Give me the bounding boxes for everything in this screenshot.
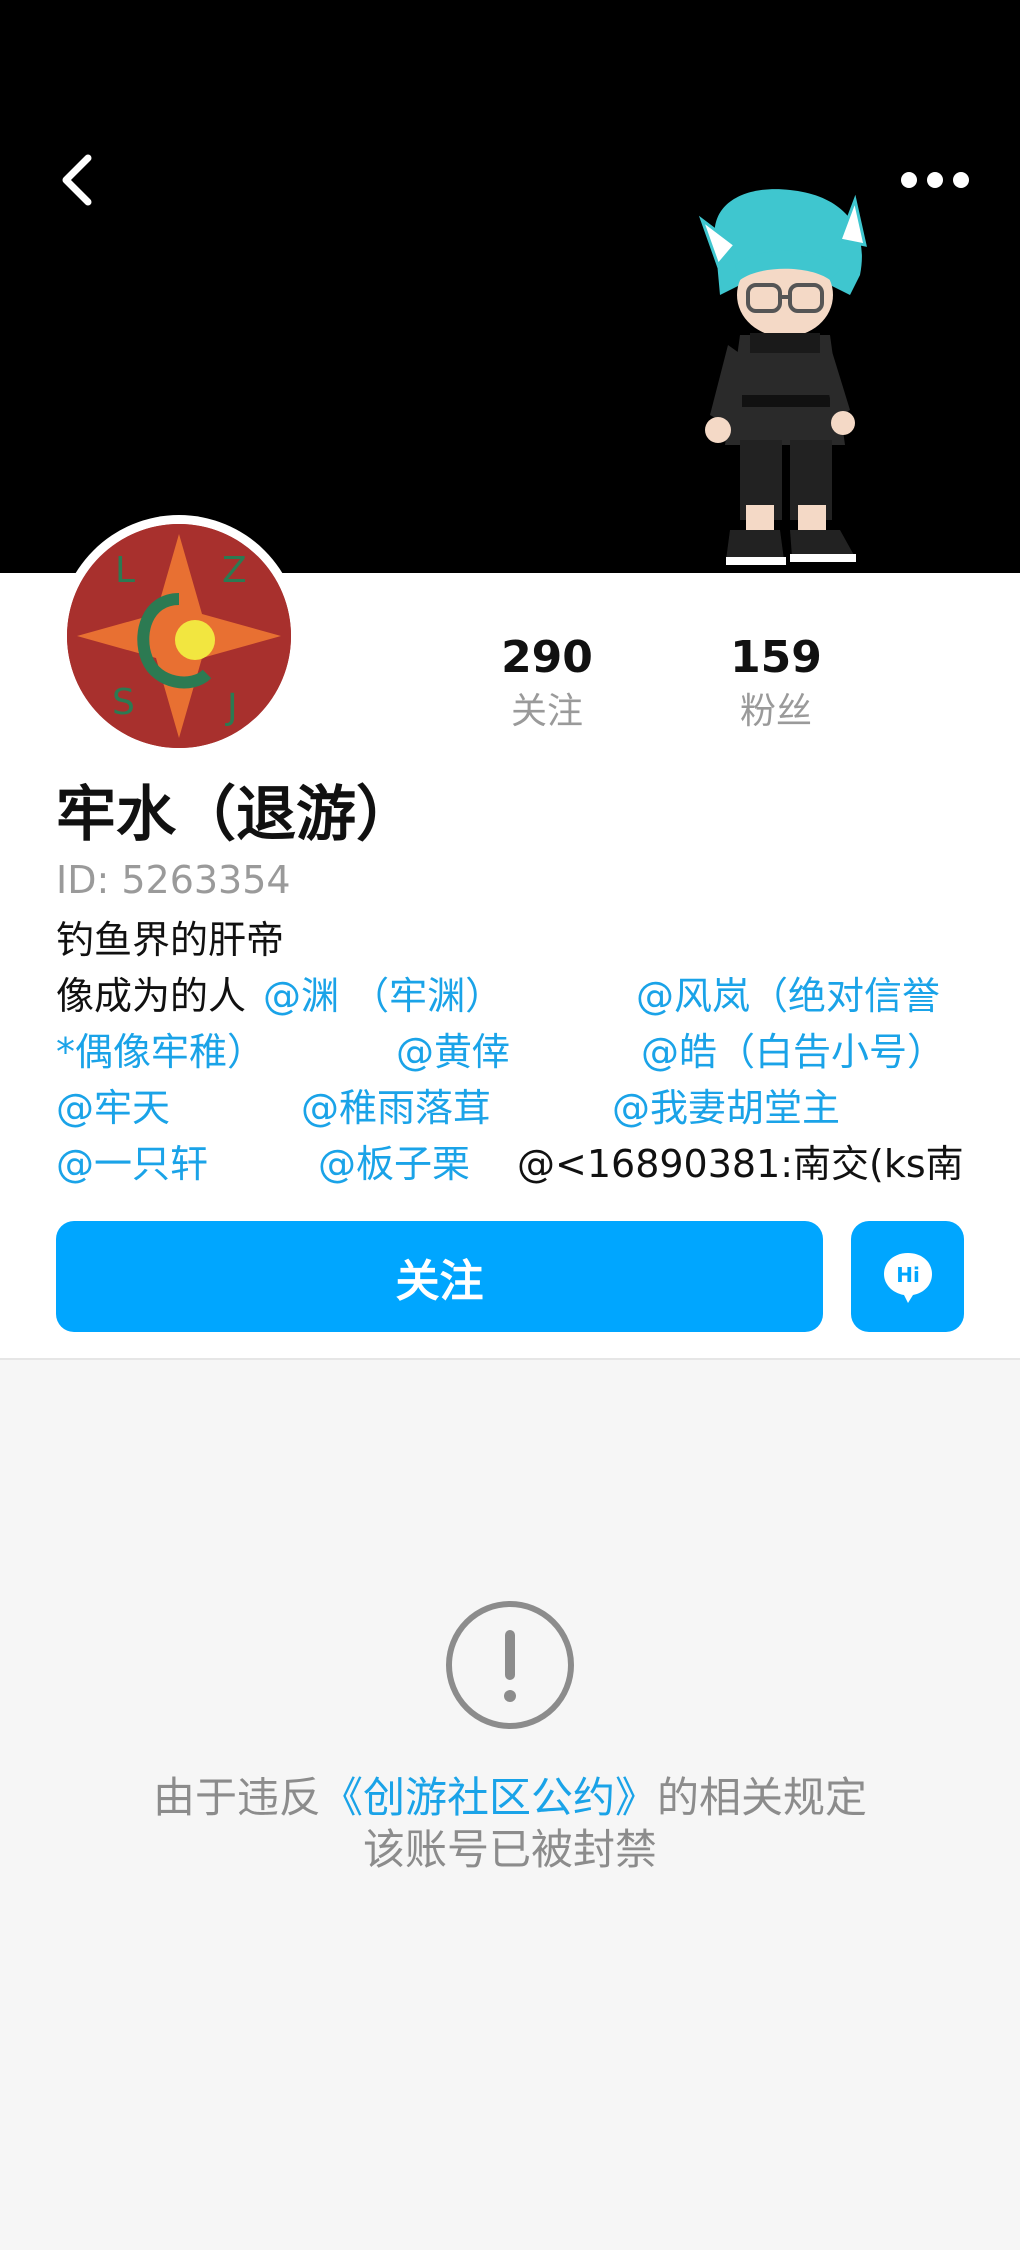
- mention-link[interactable]: @皓（白告小号）: [641, 1024, 945, 1080]
- followers-count: 159: [730, 632, 822, 683]
- user-nickname: 牢水（退游）: [56, 780, 416, 850]
- ban-text-after: 的相关规定: [657, 1773, 868, 1822]
- mention-link[interactable]: @板子栗: [318, 1136, 470, 1192]
- following-count: 290: [501, 632, 593, 683]
- banner-character-illustration: [698, 189, 867, 565]
- hi-chat-icon: Hi: [883, 1252, 932, 1303]
- ban-message-line-1: 由于违反《创游社区公约》的相关规定: [0, 1770, 1020, 1826]
- avatar[interactable]: L Z S J: [67, 524, 291, 748]
- avatar-letter-j: J: [225, 687, 238, 728]
- follow-button[interactable]: 关注: [56, 1221, 823, 1332]
- avatar-letter-s: S: [112, 682, 135, 723]
- exclamation-circle-icon: [446, 1601, 574, 1729]
- mention-link[interactable]: @我妻胡堂主: [612, 1080, 840, 1136]
- mention-link[interactable]: @牢天: [56, 1080, 170, 1136]
- mention-link[interactable]: @黄倖: [396, 1024, 510, 1080]
- bio-line-5-plain: @<16890381:南交(ks南: [517, 1142, 964, 1186]
- chevron-left-icon[interactable]: [50, 150, 110, 210]
- more-dots-icon[interactable]: [895, 160, 975, 200]
- profile-banner: [0, 0, 1020, 573]
- chat-icon-label: Hi: [896, 1263, 920, 1287]
- ban-text-before: 由于违反: [152, 1773, 321, 1822]
- avatar-letter-l: L: [115, 550, 135, 591]
- following-label: 关注: [510, 691, 583, 732]
- mention-link[interactable]: @稚雨落茸: [301, 1080, 491, 1136]
- ban-message-line-2: 该账号已被封禁: [362, 1825, 657, 1874]
- chat-button[interactable]: Hi: [851, 1221, 964, 1332]
- avatar-image: L Z S J: [67, 524, 291, 748]
- avatar-letter-z: Z: [222, 550, 247, 591]
- bio-line-2-prefix: 像成为的人: [56, 974, 247, 1018]
- user-id: ID: 5263354: [56, 858, 291, 902]
- followers-label: 粉丝: [739, 691, 812, 732]
- mention-link[interactable]: @风岚（绝对信誉: [636, 968, 940, 1024]
- mention-link[interactable]: @渊 （牢渊）: [263, 968, 503, 1024]
- mention-link[interactable]: @一只轩: [56, 1136, 208, 1192]
- bio-line-1: 钓鱼界的肝帝: [56, 918, 285, 962]
- mention-link[interactable]: *偶像牢稚）: [56, 1024, 265, 1080]
- stat-followers[interactable]: 159 粉丝: [696, 630, 856, 738]
- community-rules-link[interactable]: 《创游社区公约》: [321, 1773, 657, 1822]
- stat-following[interactable]: 290 关注: [467, 630, 627, 738]
